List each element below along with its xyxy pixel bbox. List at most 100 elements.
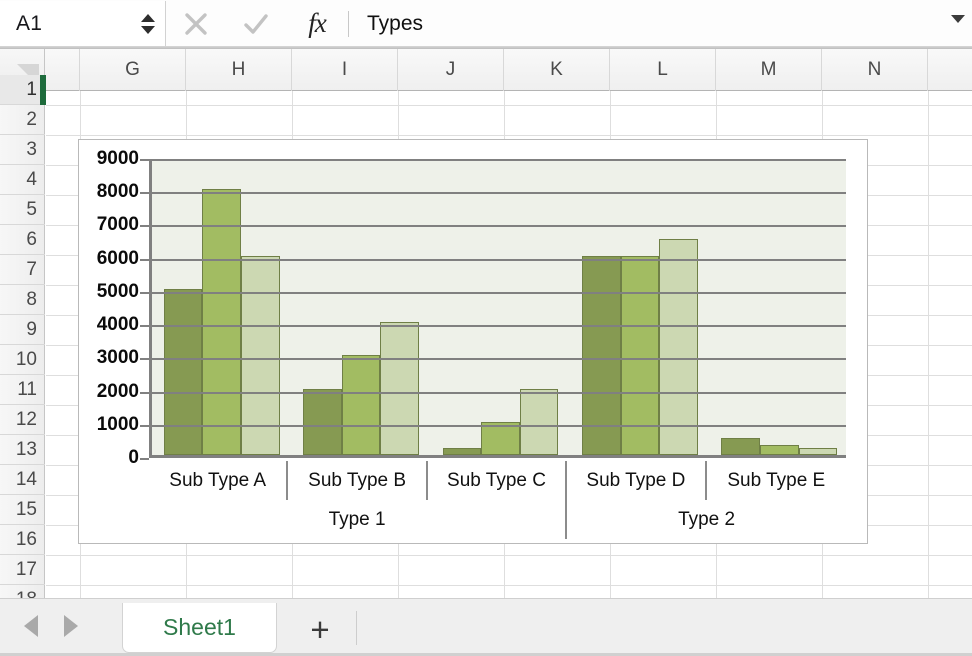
subtype-row: Sub Type A Sub Type B Sub Type C Sub Type D…: [149, 461, 846, 500]
row-header-13[interactable]: 13: [0, 435, 45, 465]
y-axis-tick: [140, 291, 149, 294]
chart-plot-area: [140, 159, 846, 460]
grid-hline: [46, 555, 972, 556]
y-axis-tick-label: 5000: [96, 280, 139, 302]
column-header-row: GHIJKLMN: [45, 49, 972, 91]
grid-hline: [46, 105, 972, 106]
column-header-l[interactable]: L: [610, 49, 716, 91]
column-header-h[interactable]: H: [186, 49, 292, 91]
close-icon: [185, 12, 207, 35]
y-axis-tick-label: 9000: [96, 148, 139, 169]
y-axis-tick: [140, 159, 149, 161]
chart-bar: [442, 447, 482, 455]
chart-gridline: [152, 358, 846, 361]
column-header-m[interactable]: M: [716, 49, 822, 91]
row-header-8[interactable]: 8: [0, 285, 45, 315]
chart-bar: [519, 388, 559, 455]
category-label: Sub Type C: [428, 461, 568, 500]
chart-gridline: [152, 225, 846, 228]
row-header-17[interactable]: 17: [0, 555, 45, 585]
y-axis-tick: [140, 225, 149, 228]
chart-bar: [341, 355, 381, 455]
group-label: Type 1: [149, 500, 568, 539]
chart-bar: [303, 388, 342, 455]
chart-gridline: [152, 325, 846, 328]
y-axis-tick-label: 0: [128, 447, 139, 468]
type-row: Type 1 Type 2: [149, 500, 846, 539]
row-header-2[interactable]: 2: [0, 105, 45, 135]
row-header-12[interactable]: 12: [0, 405, 45, 435]
row-header-14[interactable]: 14: [0, 465, 45, 495]
formula-expand-button[interactable]: [944, 1, 972, 46]
y-axis-tick-label: 1000: [96, 413, 139, 435]
formula-input[interactable]: Types: [349, 1, 944, 46]
y-axis-tick-label: 2000: [96, 380, 139, 402]
row-header-7[interactable]: 7: [0, 255, 45, 285]
category-label: Sub Type D: [567, 461, 707, 500]
bars-layer: [152, 159, 846, 455]
column-header-i[interactable]: I: [292, 49, 398, 91]
name-box[interactable]: A1: [0, 1, 166, 46]
row-header-1[interactable]: 1: [0, 75, 45, 105]
category-label: Sub Type A: [149, 461, 289, 500]
chart-bar: [163, 288, 203, 455]
category-label: Sub Type E: [727, 469, 826, 491]
cancel-button[interactable]: [166, 1, 226, 46]
arrow-left-icon[interactable]: [24, 615, 38, 637]
y-axis-tick: [140, 258, 149, 261]
row-header-16[interactable]: 16: [0, 525, 45, 555]
chart-bar: [659, 239, 698, 455]
row-header-5[interactable]: 5: [0, 195, 45, 225]
y-axis-tick: [140, 391, 149, 394]
y-axis-tick-label: 3000: [96, 347, 139, 369]
chevron-down-icon: [951, 15, 965, 23]
check-icon: [244, 13, 268, 34]
embedded-chart[interactable]: 0 1000 2000 3000 4000 5000 6000 7000 8000 9000 Su…: [78, 139, 868, 544]
arrow-right-icon[interactable]: [64, 615, 78, 637]
chart-bar: [721, 438, 760, 455]
chart-gridline: [152, 159, 846, 161]
spreadsheet-app: A1 fx Types G H I J K L M N 1 2 3 4 5 6 …: [0, 0, 972, 656]
divider: [356, 611, 357, 645]
chart-gridline: [152, 424, 846, 427]
chevron-up-icon[interactable]: [141, 13, 155, 22]
sheet-tab-bar: Sheet1 +: [0, 598, 972, 656]
y-axis-labels: 0 1000 2000 3000 4000 5000 6000 7000 8000 9000: [79, 148, 139, 468]
y-axis-tick: [140, 458, 149, 460]
chevron-down-icon[interactable]: [141, 25, 155, 34]
sheet-nav: [24, 615, 78, 637]
row-header-3[interactable]: 3: [0, 135, 45, 165]
grid-hline: [46, 585, 972, 586]
y-axis-tick: [140, 192, 149, 195]
category-label: Sub Type B: [288, 461, 428, 500]
category-axis: Sub Type A Sub Type B Sub Type C Sub Type D…: [149, 461, 846, 539]
sheet-tab-sheet1[interactable]: Sheet1: [122, 603, 277, 653]
y-axis-tick-label: 6000: [96, 247, 139, 269]
row-header-11[interactable]: 11: [0, 375, 45, 405]
formula-bar: A1 fx Types: [0, 0, 972, 47]
insert-function-button[interactable]: fx: [286, 1, 348, 46]
row-header-9[interactable]: 9: [0, 315, 45, 345]
column-header-g[interactable]: G: [80, 49, 186, 91]
confirm-button[interactable]: [226, 1, 286, 46]
name-box-stepper[interactable]: [141, 13, 155, 34]
row-header-10[interactable]: 10: [0, 345, 45, 375]
row-header-4[interactable]: 4: [0, 165, 45, 195]
chart-bar: [380, 322, 419, 455]
y-axis-tick: [140, 358, 149, 361]
chart-gridline: [152, 291, 846, 294]
y-axis-tick-label: 8000: [96, 181, 139, 203]
chart-bar: [760, 445, 799, 455]
y-axis-tick: [140, 424, 149, 427]
chart-bar: [798, 448, 838, 455]
column-header-n[interactable]: N: [822, 49, 928, 91]
add-sheet-button[interactable]: +: [300, 611, 340, 647]
column-header-partial[interactable]: [45, 49, 80, 91]
row-header-6[interactable]: 6: [0, 225, 45, 255]
name-box-value: A1: [16, 11, 43, 35]
row-header-15[interactable]: 15: [0, 495, 45, 525]
column-header-j[interactable]: J: [398, 49, 504, 91]
y-axis-tick-label: 7000: [96, 214, 139, 236]
fx-icon: fx: [308, 8, 326, 38]
column-header-k[interactable]: K: [504, 49, 610, 91]
